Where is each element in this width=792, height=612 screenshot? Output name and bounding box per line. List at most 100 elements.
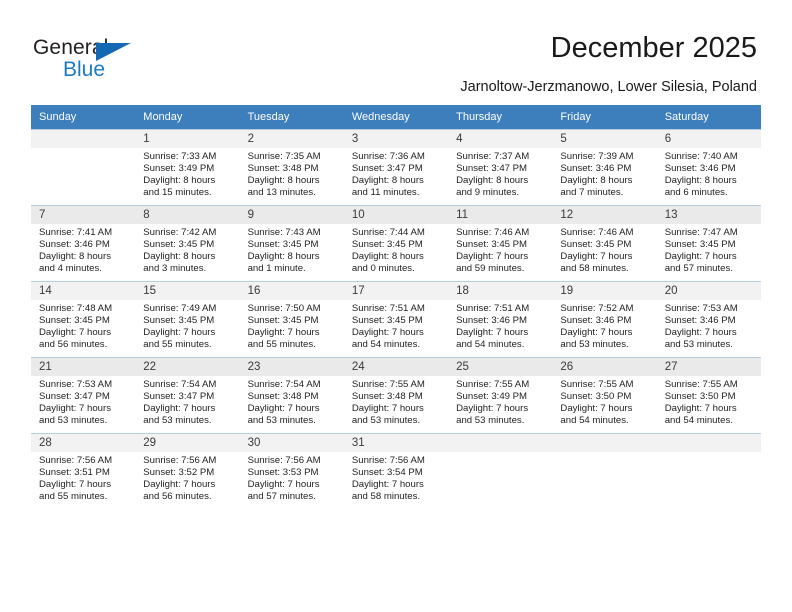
- sunrise-text: Sunrise: 7:42 AM: [143, 227, 217, 238]
- daylight-text: and 3 minutes.: [143, 263, 207, 275]
- day-cell-inner: 19 Sunrise: 7:52 AM Sunset: 3:46 PM Dayligh…: [552, 281, 657, 357]
- day-sun-details: Sunrise: 7:55 AM Sunset: 3:50 PM Daylight:…: [657, 376, 761, 427]
- day-cell-inner: 31 Sunrise: 7:56 AM Sunset: 3:54 PM Dayligh…: [343, 433, 449, 509]
- calendar-day-cell[interactable]: 7 Sunrise: 7:41 AM Sunset: 3:46 PM Daylight…: [31, 205, 136, 281]
- daylight-text: Daylight: 7 hours: [664, 403, 737, 415]
- calendar-day-cell[interactable]: 17 Sunrise: 7:51 AM Sunset: 3:45 PM Dayligh…: [343, 281, 449, 357]
- sunset-text: Sunset: 3:48 PM: [351, 391, 423, 403]
- calendar-day-cell[interactable]: 4 Sunrise: 7:37 AM Sunset: 3:47 PM Daylight…: [448, 129, 553, 205]
- sunset-text: Sunset: 3:47 PM: [456, 163, 528, 175]
- sunrise-text: Sunrise: 7:56 AM: [247, 455, 321, 466]
- calendar-day-cell[interactable]: 25 Sunrise: 7:55 AM Sunset: 3:49 PM Dayligh…: [448, 357, 553, 433]
- calendar-day-cell[interactable]: 10 Sunrise: 7:44 AM Sunset: 3:45 PM Dayligh…: [343, 205, 449, 281]
- day-cell-inner: 23 Sunrise: 7:54 AM Sunset: 3:48 PM Dayligh…: [239, 357, 344, 433]
- daylight-text: Daylight: 7 hours: [247, 403, 320, 415]
- daylight-text: and 54 minutes.: [664, 415, 733, 427]
- calendar-cell-empty: [448, 433, 553, 509]
- sunrise-text: Sunrise: 7:51 AM: [351, 303, 425, 314]
- calendar-day-cell[interactable]: 11 Sunrise: 7:46 AM Sunset: 3:45 PM Dayligh…: [448, 205, 553, 281]
- daylight-text: and 53 minutes.: [39, 415, 108, 427]
- sunrise-text: Sunrise: 7:54 AM: [247, 379, 321, 390]
- day-cell-inner: 18 Sunrise: 7:51 AM Sunset: 3:46 PM Dayligh…: [448, 281, 553, 357]
- calendar-day-cell[interactable]: 21 Sunrise: 7:53 AM Sunset: 3:47 PM Dayligh…: [31, 357, 136, 433]
- day-number: 1: [135, 130, 240, 148]
- weekday-header-thursday: Thursday: [448, 105, 553, 129]
- calendar-day-cell[interactable]: 1 Sunrise: 7:33 AM Sunset: 3:49 PM Daylight…: [135, 129, 240, 205]
- calendar-day-cell[interactable]: 9 Sunrise: 7:43 AM Sunset: 3:45 PM Daylight…: [239, 205, 344, 281]
- calendar-day-cell[interactable]: 31 Sunrise: 7:56 AM Sunset: 3:54 PM Dayligh…: [343, 433, 449, 509]
- day-cell-inner: [448, 433, 553, 509]
- calendar-day-cell[interactable]: 22 Sunrise: 7:54 AM Sunset: 3:47 PM Dayligh…: [135, 357, 240, 433]
- sunset-text: Sunset: 3:50 PM: [664, 391, 736, 403]
- daylight-text: Daylight: 7 hours: [664, 327, 737, 339]
- day-sun-details: Sunrise: 7:54 AM Sunset: 3:48 PM Daylight:…: [240, 376, 344, 427]
- day-cell-inner: 4 Sunrise: 7:37 AM Sunset: 3:47 PM Daylight…: [448, 129, 553, 205]
- daylight-text: and 55 minutes.: [143, 339, 212, 351]
- calendar-week-row: 7 Sunrise: 7:41 AM Sunset: 3:46 PM Daylight…: [31, 205, 761, 281]
- day-sun-details: Sunrise: 7:56 AM Sunset: 3:51 PM Daylight:…: [31, 452, 135, 503]
- day-sun-details: Sunrise: 7:39 AM Sunset: 3:46 PM Daylight:…: [552, 148, 656, 199]
- day-sun-details: Sunrise: 7:53 AM Sunset: 3:47 PM Daylight:…: [31, 376, 135, 427]
- daylight-text: Daylight: 7 hours: [351, 327, 424, 339]
- calendar-day-cell[interactable]: 12 Sunrise: 7:46 AM Sunset: 3:45 PM Dayligh…: [552, 205, 657, 281]
- calendar-day-cell[interactable]: 26 Sunrise: 7:55 AM Sunset: 3:50 PM Dayligh…: [552, 357, 657, 433]
- day-sun-details: Sunrise: 7:50 AM Sunset: 3:45 PM Daylight:…: [240, 300, 344, 351]
- day-sun-details: Sunrise: 7:53 AM Sunset: 3:46 PM Daylight:…: [657, 300, 761, 351]
- sunset-text: Sunset: 3:45 PM: [143, 315, 215, 327]
- calendar-day-cell[interactable]: 3 Sunrise: 7:36 AM Sunset: 3:47 PM Daylight…: [343, 129, 449, 205]
- day-cell-inner: 30 Sunrise: 7:56 AM Sunset: 3:53 PM Dayligh…: [239, 433, 344, 509]
- calendar-day-cell[interactable]: 5 Sunrise: 7:39 AM Sunset: 3:46 PM Daylight…: [552, 129, 657, 205]
- daylight-text: Daylight: 7 hours: [247, 327, 320, 339]
- day-number: 10: [343, 206, 449, 224]
- sunrise-text: Sunrise: 7:36 AM: [351, 151, 425, 162]
- sunrise-text: Sunrise: 7:53 AM: [664, 303, 738, 314]
- calendar-day-cell[interactable]: 13 Sunrise: 7:47 AM Sunset: 3:45 PM Dayligh…: [656, 205, 761, 281]
- sunset-text: Sunset: 3:46 PM: [664, 163, 736, 175]
- calendar-day-cell[interactable]: 18 Sunrise: 7:51 AM Sunset: 3:46 PM Dayligh…: [448, 281, 553, 357]
- calendar-day-cell[interactable]: 27 Sunrise: 7:55 AM Sunset: 3:50 PM Dayligh…: [656, 357, 761, 433]
- calendar-week-row: 28 Sunrise: 7:56 AM Sunset: 3:51 PM Dayligh…: [31, 433, 761, 509]
- day-cell-inner: 22 Sunrise: 7:54 AM Sunset: 3:47 PM Dayligh…: [135, 357, 240, 433]
- day-number: 8: [135, 206, 240, 224]
- sunset-text: Sunset: 3:46 PM: [39, 239, 110, 251]
- calendar-day-cell[interactable]: 14 Sunrise: 7:48 AM Sunset: 3:45 PM Dayligh…: [31, 281, 136, 357]
- calendar-day-cell[interactable]: 20 Sunrise: 7:53 AM Sunset: 3:46 PM Dayligh…: [656, 281, 761, 357]
- calendar-day-cell[interactable]: 15 Sunrise: 7:49 AM Sunset: 3:45 PM Dayligh…: [135, 281, 240, 357]
- sunset-text: Sunset: 3:46 PM: [456, 315, 528, 327]
- daylight-text: and 53 minutes.: [143, 415, 212, 427]
- daylight-text: Daylight: 7 hours: [351, 479, 424, 491]
- generalblue-logo[interactable]: General Blue: [33, 36, 163, 88]
- calendar-day-cell[interactable]: 28 Sunrise: 7:56 AM Sunset: 3:51 PM Dayligh…: [31, 433, 136, 509]
- calendar-day-cell[interactable]: 8 Sunrise: 7:42 AM Sunset: 3:45 PM Daylight…: [135, 205, 240, 281]
- day-cell-inner: 3 Sunrise: 7:36 AM Sunset: 3:47 PM Daylight…: [343, 129, 449, 205]
- daylight-text: Daylight: 7 hours: [247, 479, 320, 491]
- calendar-day-cell[interactable]: 30 Sunrise: 7:56 AM Sunset: 3:53 PM Dayligh…: [239, 433, 344, 509]
- daylight-text: Daylight: 8 hours: [664, 175, 737, 187]
- sunrise-text: Sunrise: 7:35 AM: [247, 151, 321, 162]
- calendar-day-cell[interactable]: 23 Sunrise: 7:54 AM Sunset: 3:48 PM Dayligh…: [239, 357, 344, 433]
- calendar-day-cell[interactable]: 16 Sunrise: 7:50 AM Sunset: 3:45 PM Dayligh…: [239, 281, 344, 357]
- calendar-day-cell[interactable]: 29 Sunrise: 7:56 AM Sunset: 3:52 PM Dayligh…: [135, 433, 240, 509]
- day-number: 31: [343, 434, 449, 452]
- day-number: 2: [239, 130, 344, 148]
- weekday-header-sunday: Sunday: [31, 105, 136, 129]
- calendar-day-cell[interactable]: 24 Sunrise: 7:55 AM Sunset: 3:48 PM Dayligh…: [343, 357, 449, 433]
- sunrise-text: Sunrise: 7:55 AM: [456, 379, 530, 390]
- calendar-day-cell[interactable]: 6 Sunrise: 7:40 AM Sunset: 3:46 PM Daylight…: [656, 129, 761, 205]
- day-cell-inner: 28 Sunrise: 7:56 AM Sunset: 3:51 PM Dayligh…: [31, 433, 136, 509]
- daylight-text: Daylight: 7 hours: [560, 251, 633, 263]
- daylight-text: and 9 minutes.: [456, 187, 520, 199]
- sunrise-text: Sunrise: 7:55 AM: [560, 379, 634, 390]
- calendar-day-cell[interactable]: 19 Sunrise: 7:52 AM Sunset: 3:46 PM Dayligh…: [552, 281, 657, 357]
- sunset-text: Sunset: 3:45 PM: [351, 239, 423, 251]
- day-sun-details: Sunrise: 7:37 AM Sunset: 3:47 PM Daylight:…: [448, 148, 552, 199]
- sunrise-text: Sunrise: 7:56 AM: [143, 455, 217, 466]
- day-number: 4: [448, 130, 553, 148]
- daylight-text: and 7 minutes.: [560, 187, 624, 199]
- daylight-text: and 57 minutes.: [664, 263, 733, 275]
- daylight-text: Daylight: 7 hours: [456, 327, 529, 339]
- day-number: [31, 130, 136, 148]
- day-sun-details: Sunrise: 7:43 AM Sunset: 3:45 PM Daylight:…: [240, 224, 344, 275]
- calendar-day-cell[interactable]: 2 Sunrise: 7:35 AM Sunset: 3:48 PM Daylight…: [239, 129, 344, 205]
- calendar-week-row: 21 Sunrise: 7:53 AM Sunset: 3:47 PM Dayligh…: [31, 357, 761, 433]
